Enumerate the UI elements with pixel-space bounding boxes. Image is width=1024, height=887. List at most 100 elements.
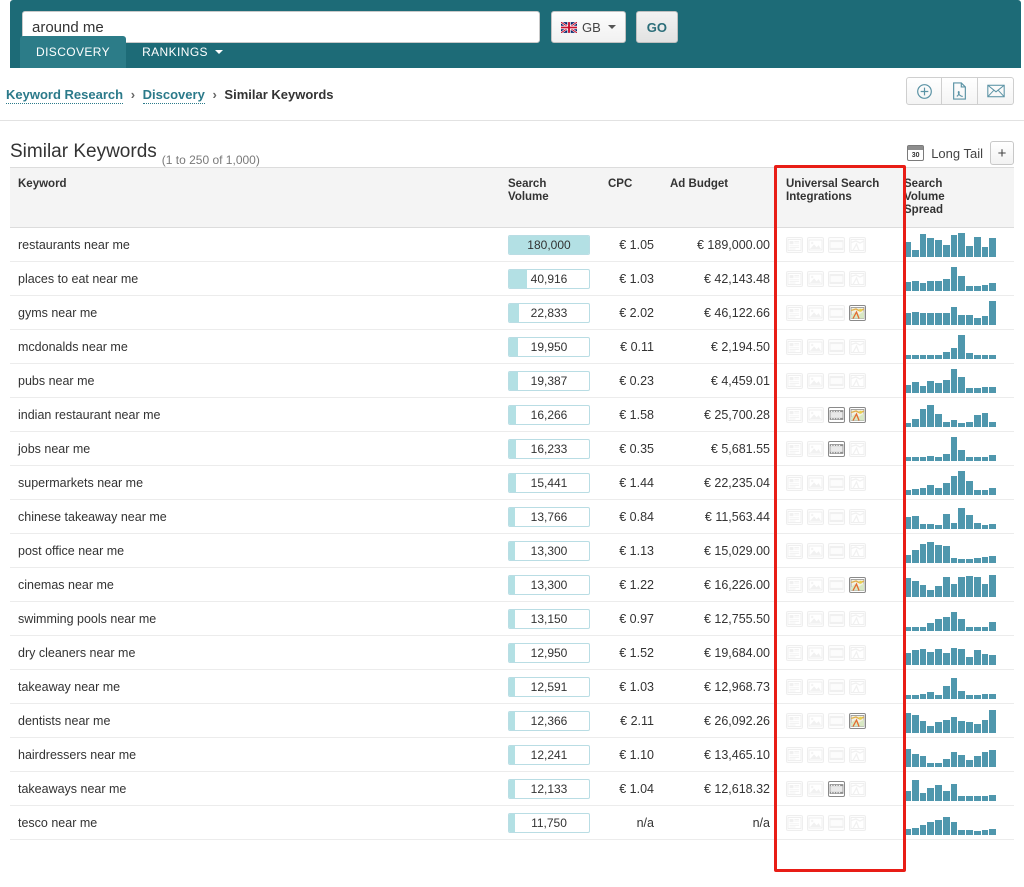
table-row[interactable]: jobs near me 16,233 € 0.35 € 5,681.55 (10, 431, 1014, 466)
images-icon[interactable] (807, 678, 824, 695)
maps-icon[interactable] (849, 440, 866, 457)
breadcrumb-item-keyword-research[interactable]: Keyword Research (6, 86, 124, 104)
table-row[interactable]: chinese takeaway near me 13,766 € 0.84 € 11… (10, 499, 1014, 534)
cell-keyword[interactable]: pubs near me (10, 363, 500, 398)
cell-keyword[interactable]: places to eat near me (10, 261, 500, 296)
video-icon[interactable] (828, 678, 845, 695)
cell-keyword[interactable]: mcdonalds near me (10, 329, 500, 364)
table-row[interactable]: cinemas near me 13,300 € 1.22 € 16,226.00 (10, 567, 1014, 602)
video-icon[interactable] (828, 474, 845, 491)
images-icon[interactable] (807, 304, 824, 321)
maps-icon[interactable] (849, 338, 866, 355)
video-icon[interactable] (828, 542, 845, 559)
video-icon[interactable] (828, 814, 845, 831)
cell-keyword[interactable]: jobs near me (10, 431, 500, 466)
video-icon[interactable] (828, 338, 845, 355)
table-row[interactable]: hairdressers near me 12,241 € 1.10 € 13,465… (10, 737, 1014, 772)
cell-keyword[interactable]: tesco near me (10, 805, 500, 840)
video-icon[interactable] (828, 440, 845, 457)
cell-keyword[interactable]: dentists near me (10, 703, 500, 738)
table-row[interactable]: indian restaurant near me 16,266 € 1.58 € 2… (10, 397, 1014, 432)
video-icon[interactable] (828, 270, 845, 287)
nav-tab-discovery[interactable]: DISCOVERY (20, 36, 127, 68)
cell-keyword[interactable]: swimming pools near me (10, 601, 500, 636)
maps-icon[interactable] (849, 304, 866, 321)
images-icon[interactable] (807, 712, 824, 729)
news-icon[interactable] (786, 814, 803, 831)
news-icon[interactable] (786, 644, 803, 661)
video-icon[interactable] (828, 406, 845, 423)
video-icon[interactable] (828, 372, 845, 389)
images-icon[interactable] (807, 780, 824, 797)
news-icon[interactable] (786, 780, 803, 797)
video-icon[interactable] (828, 576, 845, 593)
images-icon[interactable] (807, 644, 824, 661)
pdf-export-button[interactable] (942, 77, 978, 105)
news-icon[interactable] (786, 406, 803, 423)
email-report-button[interactable] (978, 77, 1014, 105)
news-icon[interactable] (786, 712, 803, 729)
video-icon[interactable] (828, 712, 845, 729)
table-row[interactable]: tesco near me 11,750 n/a n/a (10, 805, 1014, 840)
video-icon[interactable] (828, 304, 845, 321)
maps-icon[interactable] (849, 712, 866, 729)
column-header-universal-search-integrations[interactable]: Universal Search Integrations (778, 167, 896, 228)
table-row[interactable]: post office near me 13,300 € 1.13 € 15,029.… (10, 533, 1014, 568)
table-row[interactable]: dry cleaners near me 12,950 € 1.52 € 19,684… (10, 635, 1014, 670)
video-icon[interactable] (828, 236, 845, 253)
maps-icon[interactable] (849, 780, 866, 797)
news-icon[interactable] (786, 610, 803, 627)
images-icon[interactable] (807, 576, 824, 593)
maps-icon[interactable] (849, 814, 866, 831)
maps-icon[interactable] (849, 678, 866, 695)
video-icon[interactable] (828, 746, 845, 763)
maps-icon[interactable] (849, 610, 866, 627)
column-header-search-volume[interactable]: Search Volume (500, 167, 600, 228)
images-icon[interactable] (807, 406, 824, 423)
images-icon[interactable] (807, 610, 824, 627)
images-icon[interactable] (807, 508, 824, 525)
nav-tab-rankings[interactable]: RANKINGS (126, 36, 239, 68)
news-icon[interactable] (786, 746, 803, 763)
images-icon[interactable] (807, 236, 824, 253)
news-icon[interactable] (786, 338, 803, 355)
cell-keyword[interactable]: supermarkets near me (10, 465, 500, 500)
cell-keyword[interactable]: takeaways near me (10, 771, 500, 806)
column-header-search-volume-spread[interactable]: Search Volume Spread (896, 167, 1014, 228)
go-button[interactable]: GO (635, 11, 679, 43)
cell-keyword[interactable]: post office near me (10, 533, 500, 568)
table-row[interactable]: dentists near me 12,366 € 2.11 € 26,092.26 (10, 703, 1014, 738)
video-icon[interactable] (828, 508, 845, 525)
news-icon[interactable] (786, 440, 803, 457)
table-row[interactable]: pubs near me 19,387 € 0.23 € 4,459.01 (10, 363, 1014, 398)
column-header-ad-budget[interactable]: Ad Budget (662, 167, 778, 228)
maps-icon[interactable] (849, 746, 866, 763)
breadcrumb-item-discovery[interactable]: Discovery (142, 86, 205, 104)
add-column-button[interactable]: + (990, 141, 1014, 165)
cell-keyword[interactable]: hairdressers near me (10, 737, 500, 772)
cell-keyword[interactable]: gyms near me (10, 295, 500, 330)
column-header-cpc[interactable]: CPC (600, 167, 662, 228)
cell-keyword[interactable]: cinemas near me (10, 567, 500, 602)
maps-icon[interactable] (849, 270, 866, 287)
table-row[interactable]: places to eat near me 40,916 € 1.03 € 42,14… (10, 261, 1014, 296)
add-button[interactable] (906, 77, 942, 105)
maps-icon[interactable] (849, 474, 866, 491)
table-row[interactable]: supermarkets near me 15,441 € 1.44 € 22,235… (10, 465, 1014, 500)
images-icon[interactable] (807, 474, 824, 491)
table-row[interactable]: takeaways near me 12,133 € 1.04 € 12,618.32 (10, 771, 1014, 806)
images-icon[interactable] (807, 372, 824, 389)
images-icon[interactable] (807, 270, 824, 287)
maps-icon[interactable] (849, 406, 866, 423)
table-row[interactable]: mcdonalds near me 19,950 € 0.11 € 2,194.50 (10, 329, 1014, 364)
column-header-keyword[interactable]: Keyword (10, 167, 500, 228)
maps-icon[interactable] (849, 644, 866, 661)
table-row[interactable]: restaurants near me 180,000 € 1.05 € 189,00… (10, 227, 1014, 262)
images-icon[interactable] (807, 338, 824, 355)
news-icon[interactable] (786, 372, 803, 389)
video-icon[interactable] (828, 644, 845, 661)
images-icon[interactable] (807, 440, 824, 457)
cell-keyword[interactable]: chinese takeaway near me (10, 499, 500, 534)
video-icon[interactable] (828, 610, 845, 627)
table-row[interactable]: gyms near me 22,833 € 2.02 € 46,122.66 (10, 295, 1014, 330)
